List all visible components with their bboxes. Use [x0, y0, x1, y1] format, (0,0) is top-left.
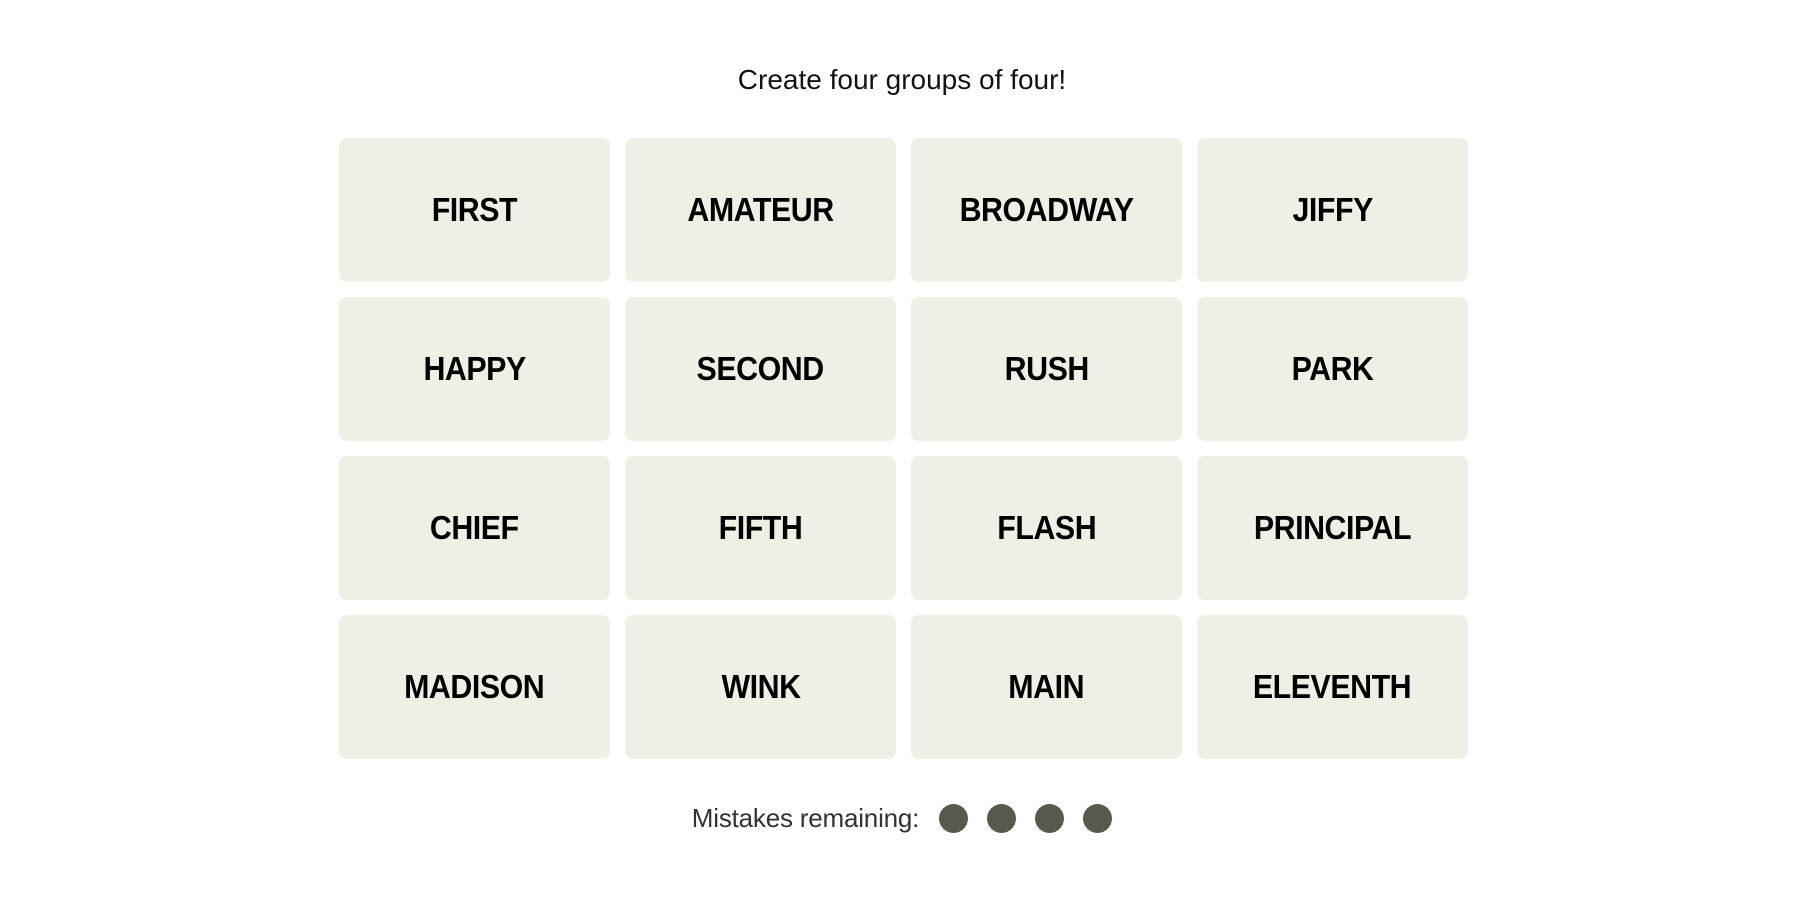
mistake-dot [1083, 803, 1113, 833]
tile[interactable]: BROADWAY [911, 138, 1182, 282]
tile[interactable]: AMATEUR [625, 138, 896, 282]
tile-label: BROADWAY [959, 191, 1134, 228]
tile[interactable]: FIFTH [625, 456, 896, 600]
tile[interactable]: FIRST [339, 138, 610, 282]
mistake-dot [987, 803, 1017, 833]
tile-label: PARK [1291, 350, 1374, 387]
tile[interactable]: PARK [1197, 297, 1468, 441]
tile[interactable]: WINK [625, 615, 896, 759]
tile-grid: FIRST AMATEUR BROADWAY JIFFY HAPPY SECON… [339, 138, 1468, 759]
tile-label: SECOND [696, 350, 825, 387]
tile[interactable]: FLASH [911, 456, 1182, 600]
mistake-dots [939, 803, 1113, 833]
tile-label: HAPPY [423, 350, 526, 387]
mistakes-remaining: Mistakes remaining: [0, 800, 1800, 836]
tile-label: AMATEUR [687, 191, 834, 228]
tile-label: RUSH [1004, 350, 1089, 387]
tile-label: FIRST [431, 191, 518, 228]
tile[interactable]: RUSH [911, 297, 1182, 441]
tile-label: CHIEF [430, 509, 519, 546]
tile-label: ELEVENTH [1253, 668, 1412, 705]
mistakes-label: Mistakes remaining: [691, 802, 920, 833]
instruction-text: Create four groups of four! [737, 64, 1067, 95]
tile[interactable]: PRINCIPAL [1197, 456, 1468, 600]
tile[interactable]: JIFFY [1197, 138, 1468, 282]
tile[interactable]: MAIN [911, 615, 1182, 759]
tile[interactable]: HAPPY [339, 297, 610, 441]
mistake-dot [1035, 803, 1065, 833]
tile-label: FLASH [997, 509, 1096, 546]
tile[interactable]: MADISON [339, 615, 610, 759]
tile-label: WINK [720, 668, 801, 705]
tile[interactable]: CHIEF [339, 456, 610, 600]
tile-label: JIFFY [1292, 191, 1373, 228]
mistake-dot [939, 803, 969, 833]
tile[interactable]: SECOND [625, 297, 896, 441]
tile-label: MADISON [404, 668, 545, 705]
tile-label: PRINCIPAL [1253, 509, 1412, 546]
tile-label: MAIN [1008, 668, 1085, 705]
tile-label: FIFTH [718, 509, 803, 546]
tile[interactable]: ELEVENTH [1197, 615, 1468, 759]
